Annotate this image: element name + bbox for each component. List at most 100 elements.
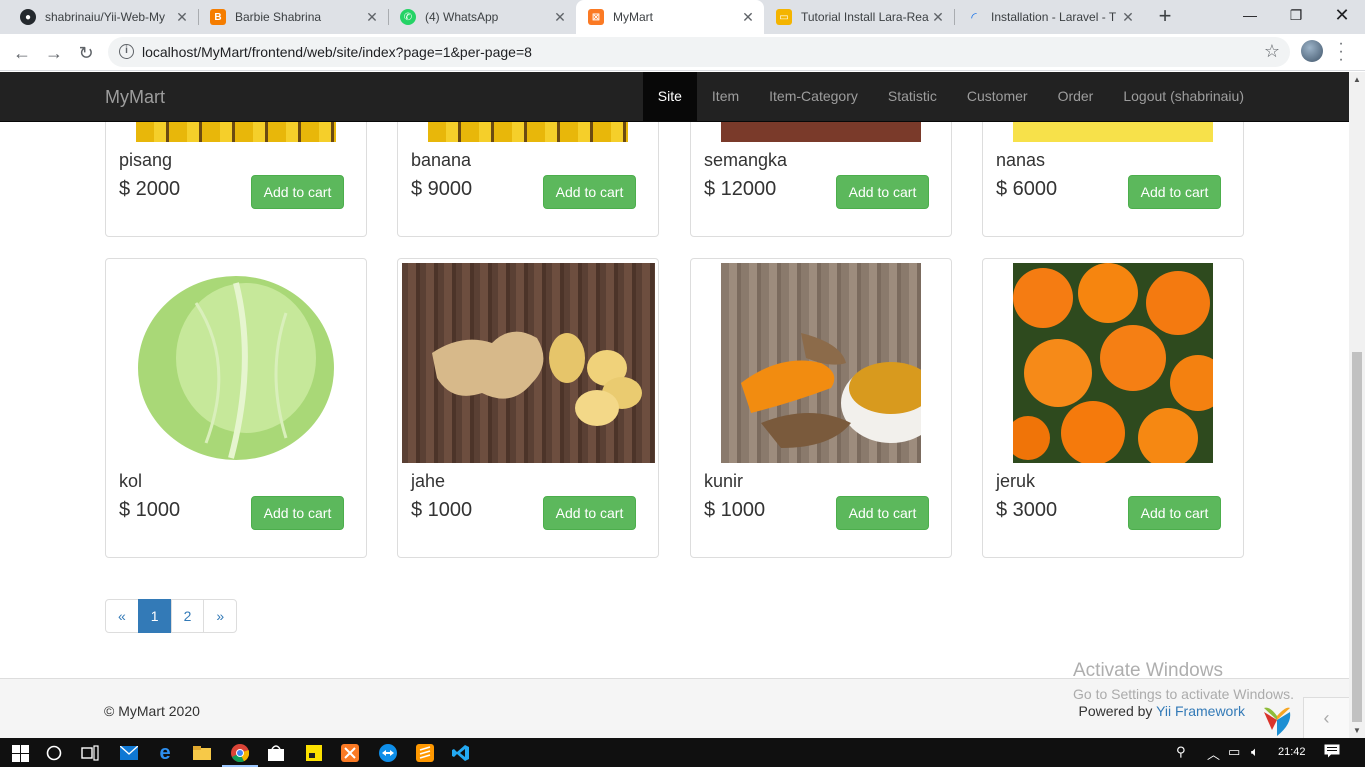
nav-item-item-category[interactable]: Item-Category — [754, 72, 873, 122]
back-icon[interactable]: ← — [8, 39, 36, 67]
browser-tab[interactable]: B Barbie Shabrina ✕ — [198, 0, 388, 34]
close-tab-icon[interactable]: ✕ — [364, 9, 380, 26]
nav-item-customer[interactable]: Customer — [952, 72, 1043, 122]
network-icon[interactable]: ▭ — [1228, 744, 1240, 760]
profile-avatar[interactable] — [1301, 40, 1323, 62]
browser-menu-icon[interactable]: · · · — [1336, 36, 1346, 68]
add-to-cart-button[interactable]: Add to cart — [543, 496, 636, 530]
edge-icon[interactable]: e — [153, 741, 177, 765]
scroll-down-icon[interactable]: ▼ — [1353, 726, 1361, 735]
scrollbar-thumb[interactable] — [1352, 352, 1362, 722]
windows-start-icon[interactable] — [8, 741, 32, 765]
product-price: $ 1000 — [411, 499, 473, 521]
yii-framework-link[interactable]: Yii Framework — [1156, 703, 1245, 719]
browser-toolbar: ← → ↻ i localhost/MyMart/frontend/web/si… — [0, 34, 1365, 71]
product-price: $ 2000 — [119, 178, 181, 200]
product-price: $ 9000 — [411, 178, 473, 200]
product-name: semangka — [704, 150, 788, 170]
product-price: $ 1000 — [119, 499, 181, 521]
nav-item-statistic[interactable]: Statistic — [873, 72, 952, 122]
product-price: $ 1000 — [704, 499, 766, 521]
page-viewport: MyMart Site Item Item-Category Statistic… — [0, 72, 1349, 738]
browser-tab[interactable]: ▭ Tutorial Install Lara-Rea ✕ — [764, 0, 954, 34]
minimize-icon[interactable]: — — [1227, 0, 1273, 32]
browser-tab[interactable]: ● shabrinaiu/Yii-Web-My ✕ — [8, 0, 198, 34]
xampp-taskbar-icon[interactable] — [338, 741, 362, 765]
add-to-cart-button[interactable]: Add to cart — [836, 496, 929, 530]
task-view-icon[interactable] — [78, 741, 102, 765]
activate-windows-title: Activate Windows — [1073, 660, 1223, 681]
product-name: jeruk — [996, 471, 1036, 491]
sublime-text-icon[interactable] — [413, 741, 437, 765]
browser-tab[interactable]: ✆ (4) WhatsApp ✕ — [388, 0, 576, 34]
close-tab-icon[interactable]: ✕ — [552, 9, 568, 26]
search-icon[interactable] — [42, 741, 66, 765]
activate-windows-subtitle: Go to Settings to activate Windows. — [1073, 686, 1294, 702]
store-icon[interactable] — [264, 741, 288, 765]
navbar-brand[interactable]: MyMart — [105, 87, 165, 108]
product-image-kunir — [721, 263, 921, 463]
file-explorer-icon[interactable] — [190, 741, 214, 765]
debug-toolbar-toggle-icon[interactable]: ‹ — [1303, 697, 1349, 738]
product-name: kunir — [704, 471, 744, 491]
url-text[interactable]: localhost/MyMart/frontend/web/site/index… — [142, 44, 532, 60]
pagination-next[interactable]: » — [203, 599, 238, 633]
add-to-cart-button[interactable]: Add to cart — [1128, 496, 1221, 530]
close-tab-icon[interactable]: ✕ — [740, 9, 756, 26]
github-icon: ● — [20, 9, 36, 25]
product-name: kol — [119, 471, 143, 491]
teamviewer-icon[interactable] — [376, 741, 400, 765]
footer-copyright: © MyMart 2020 — [104, 703, 200, 719]
add-to-cart-button[interactable]: Add to cart — [836, 175, 929, 209]
address-bar[interactable]: i localhost/MyMart/frontend/web/site/ind… — [108, 37, 1290, 67]
nav-item-order[interactable]: Order — [1043, 72, 1109, 122]
forward-icon[interactable]: → — [40, 39, 68, 67]
pagination-prev[interactable]: « — [105, 599, 139, 633]
browser-tab-active[interactable]: ⊠ MyMart ✕ — [576, 0, 764, 34]
reload-icon[interactable]: ↻ — [72, 39, 100, 67]
action-center-icon[interactable] — [1324, 744, 1340, 761]
nav-item-item[interactable]: Item — [697, 72, 754, 122]
yii-debug-logo-icon[interactable] — [1260, 702, 1294, 736]
product-card: jeruk $ 3000 Add to cart — [982, 258, 1244, 558]
navbar-menu: Site Item Item-Category Statistic Custom… — [642, 72, 1259, 122]
sticky-notes-icon[interactable] — [302, 741, 326, 765]
info-icon[interactable]: i — [119, 44, 134, 59]
page-scrollbar[interactable]: ▲ ▼ — [1349, 72, 1365, 738]
scroll-up-icon[interactable]: ▲ — [1353, 75, 1361, 84]
add-to-cart-button[interactable]: Add to cart — [1128, 175, 1221, 209]
add-to-cart-button[interactable]: Add to cart — [251, 496, 344, 530]
close-window-icon[interactable]: ✕ — [1319, 0, 1365, 32]
close-tab-icon[interactable]: ✕ — [930, 9, 946, 26]
footer-powered-by: Powered by Yii Framework — [1078, 703, 1245, 719]
product-card: kol $ 1000 Add to cart — [105, 258, 367, 558]
nav-item-logout[interactable]: Logout (shabrinaiu) — [1108, 72, 1259, 122]
new-tab-button[interactable]: + — [1152, 4, 1178, 30]
volume-icon[interactable]: 🔈︎ — [1251, 744, 1259, 760]
product-card: jahe $ 1000 Add to cart — [397, 258, 659, 558]
chrome-icon[interactable] — [222, 741, 258, 767]
bookmark-star-icon[interactable]: ☆ — [1264, 41, 1280, 62]
site-navbar: MyMart Site Item Item-Category Statistic… — [0, 72, 1349, 122]
product-name: jahe — [411, 471, 446, 491]
powered-by-label: Powered by — [1078, 703, 1157, 719]
mail-icon[interactable] — [117, 741, 141, 765]
product-name: pisang — [119, 150, 173, 170]
slides-icon: ▭ — [776, 9, 792, 25]
clock[interactable]: 21:42 — [1278, 746, 1306, 758]
add-to-cart-button[interactable]: Add to cart — [543, 175, 636, 209]
product-name: nanas — [996, 150, 1046, 170]
restore-icon[interactable]: ❐ — [1273, 0, 1319, 32]
product-name: banana — [411, 150, 472, 170]
vscode-icon[interactable] — [449, 741, 473, 765]
tray-overflow-icon[interactable]: ︿ — [1207, 744, 1220, 763]
browser-tab[interactable]: ◜ Installation - Laravel - T ✕ — [954, 0, 1144, 34]
add-to-cart-button[interactable]: Add to cart — [251, 175, 344, 209]
people-icon[interactable]: ⚲ — [1176, 744, 1186, 760]
product-card: kunir $ 1000 Add to cart — [690, 258, 952, 558]
close-tab-icon[interactable]: ✕ — [1120, 9, 1136, 26]
pagination-page-1[interactable]: 1 — [137, 599, 172, 633]
pagination-page-2[interactable]: 2 — [170, 599, 205, 633]
close-tab-icon[interactable]: ✕ — [174, 9, 190, 26]
nav-item-site[interactable]: Site — [642, 72, 697, 122]
